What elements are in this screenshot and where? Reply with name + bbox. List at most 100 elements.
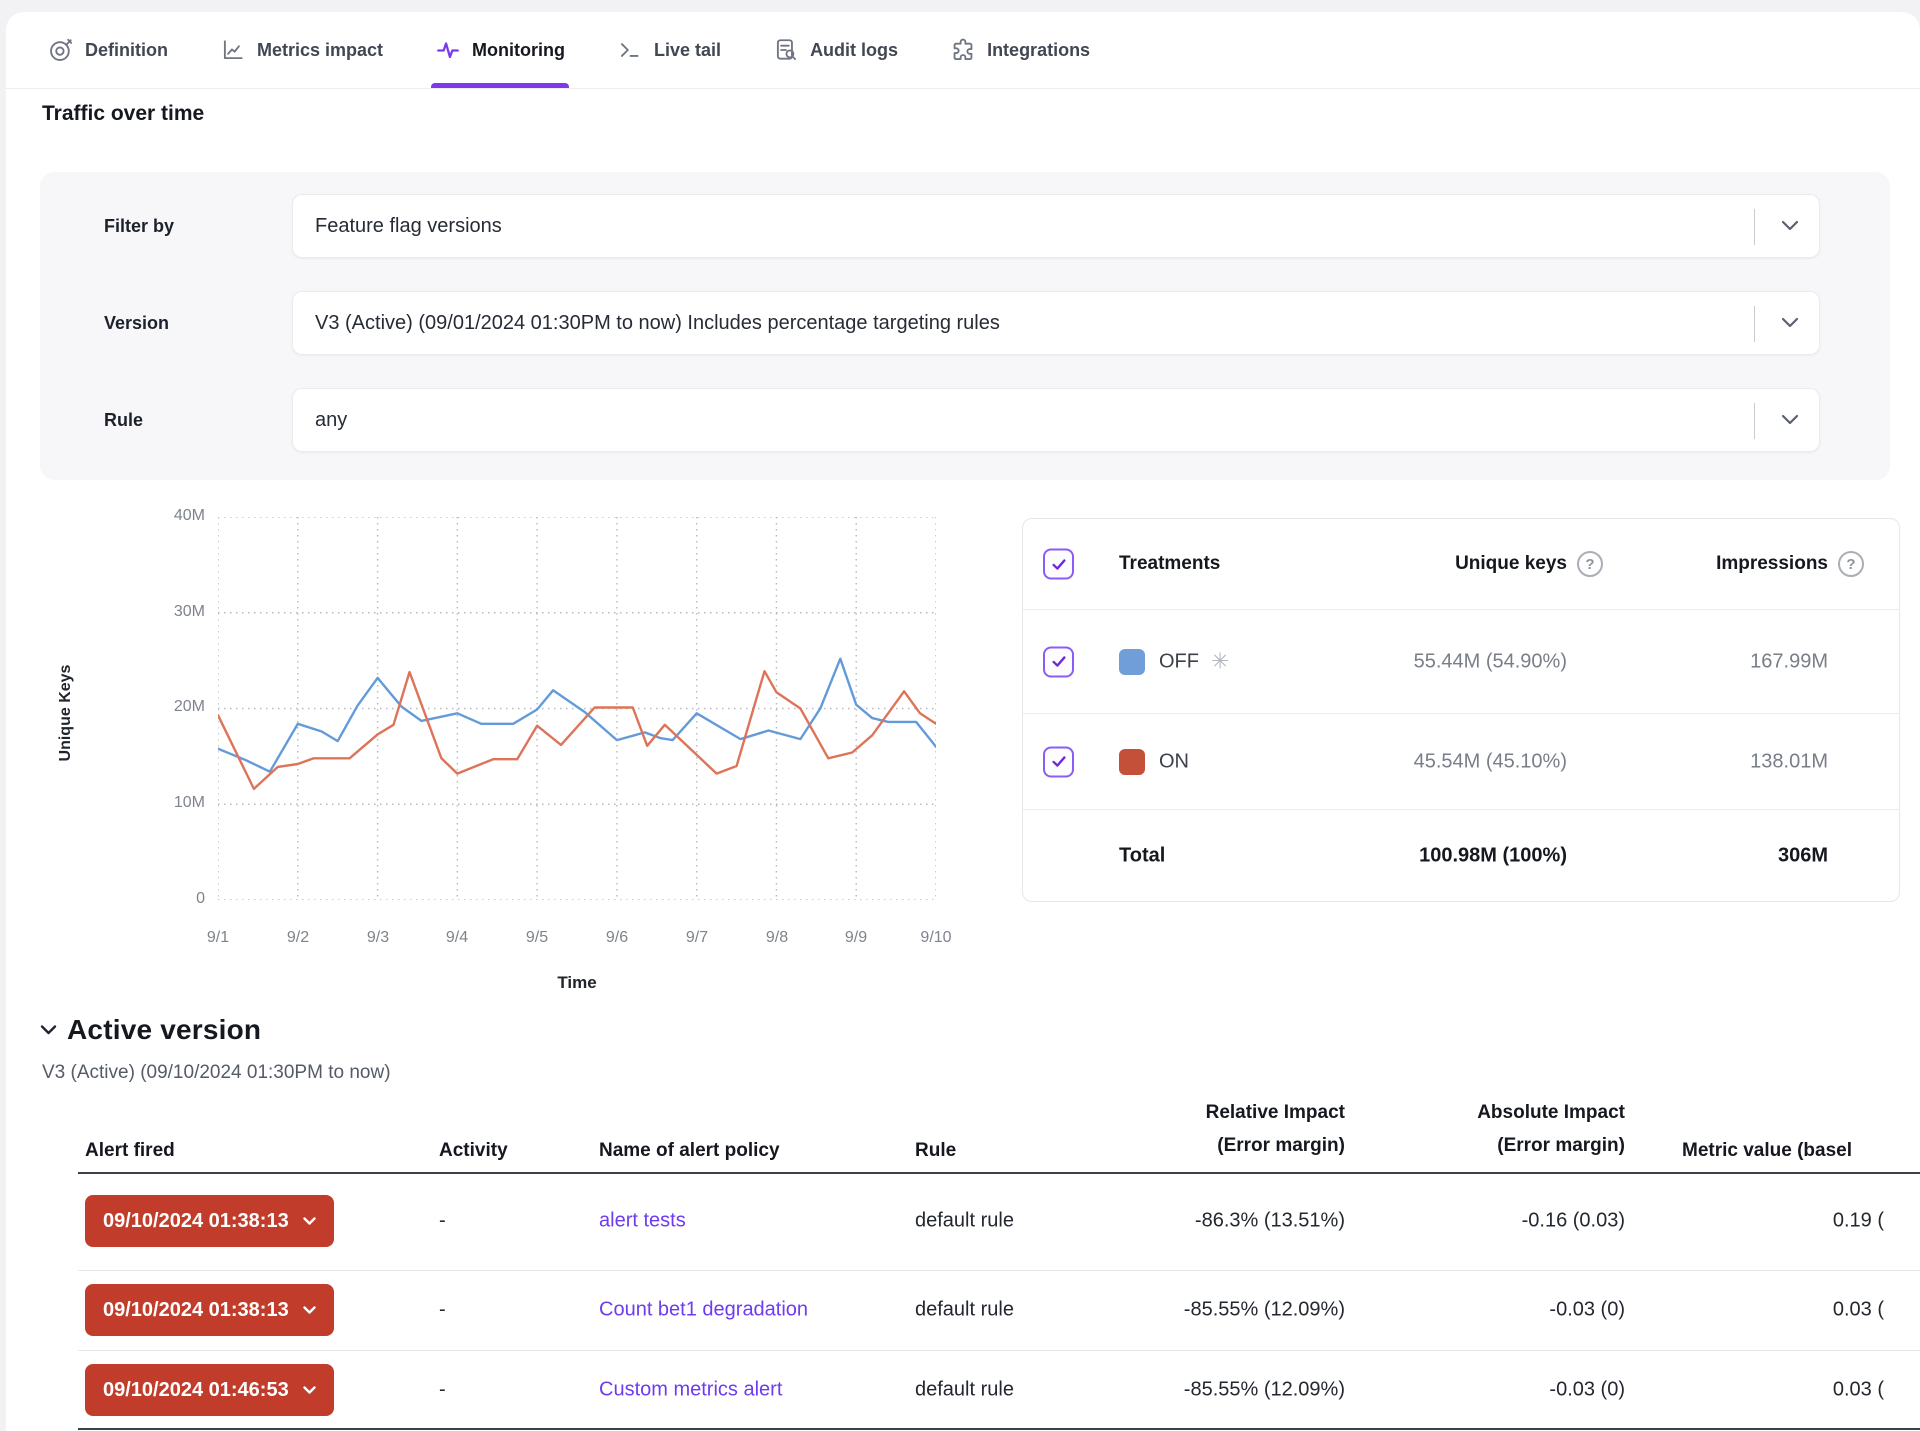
off-series-swatch <box>1119 649 1145 675</box>
total-unique-keys-value: 100.98M (100%) <box>1273 845 1567 868</box>
y-tick: 10M <box>50 794 205 812</box>
select-value: any <box>315 409 347 432</box>
x-tick: 9/1 <box>178 929 258 947</box>
tab-bar: Definition Metrics impact Monitoring Liv… <box>6 12 1920 88</box>
absolute-impact-value: -0.03 (0) <box>1350 1379 1625 1402</box>
alert-row: 09/10/2024 01:46:53 - Custom metrics ale… <box>0 1350 1920 1430</box>
treatments-header-row: Treatments Unique keys ? Impressions ? <box>1023 519 1899 609</box>
chevron-down-icon <box>303 1306 316 1315</box>
treatments-total-row: Total 100.98M (100%) 306M <box>1023 809 1899 902</box>
impressions-column-header: Impressions <box>1583 553 1828 575</box>
treatment-name: ON <box>1159 750 1189 773</box>
off-checkbox[interactable] <box>1043 646 1074 677</box>
chevron-down-icon <box>303 1386 316 1395</box>
tab-audit-logs[interactable]: Audit logs <box>773 12 898 88</box>
relative-impact-value: -86.3% (13.51%) <box>1100 1210 1345 1233</box>
active-version-title: Active version <box>67 1014 261 1046</box>
col-metric-value: Metric value (basel <box>1682 1140 1852 1162</box>
active-version-subtitle: V3 (Active) (09/10/2024 01:30PM to now) <box>42 1062 391 1084</box>
on-checkbox[interactable] <box>1043 746 1074 777</box>
select-divider <box>1754 403 1755 439</box>
live-tail-icon <box>617 37 643 63</box>
y-tick: 30M <box>50 603 205 621</box>
definition-icon <box>48 37 74 63</box>
version-label: Version <box>104 291 169 355</box>
x-tick: 9/3 <box>338 929 418 947</box>
monitoring-page: Definition Metrics impact Monitoring Liv… <box>0 0 1920 1431</box>
x-tick: 9/8 <box>737 929 817 947</box>
filter-row-filter-by: Filter by Feature flag versions <box>40 194 1890 258</box>
filter-row-version: Version V3 (Active) (09/01/2024 01:30PM … <box>40 291 1890 355</box>
treatment-name: OFF <box>1159 650 1199 673</box>
treatment-row-off: OFF ✳ 55.44M (54.90%) 167.99M <box>1023 609 1899 713</box>
chevron-down-icon <box>1781 414 1799 426</box>
filter-by-label: Filter by <box>104 194 174 258</box>
alert-fired-badge[interactable]: 09/10/2024 01:38:13 <box>85 1195 334 1247</box>
tab-label: Live tail <box>654 40 721 61</box>
chevron-down-icon <box>40 1024 57 1036</box>
alert-row: 09/10/2024 01:38:13 - Count bet1 degrada… <box>0 1270 1920 1350</box>
impressions-help-icon[interactable]: ? <box>1838 551 1864 577</box>
alert-policy-link[interactable]: Count bet1 degradation <box>599 1299 808 1322</box>
alerts-table-header: Alert fired Activity Name of alert polic… <box>0 1095 1920 1172</box>
active-version-toggle[interactable]: Active version <box>40 1014 261 1046</box>
rule-select[interactable]: any <box>292 388 1820 452</box>
tab-live-tail[interactable]: Live tail <box>617 12 721 88</box>
on-impressions-value: 138.01M <box>1583 750 1828 773</box>
select-divider <box>1754 209 1755 245</box>
metric-value: 0.03 ( <box>1630 1379 1884 1402</box>
col-alert-fired: Alert fired <box>85 1140 175 1162</box>
tab-integrations[interactable]: Integrations <box>950 12 1090 88</box>
metric-value: 0.19 ( <box>1630 1210 1884 1233</box>
default-treatment-icon: ✳ <box>1211 651 1229 673</box>
metric-value: 0.03 ( <box>1630 1299 1884 1322</box>
tab-bar-divider <box>6 88 1920 89</box>
x-tick: 9/6 <box>577 929 657 947</box>
tab-label: Monitoring <box>472 40 565 61</box>
col-activity: Activity <box>439 1140 508 1162</box>
tab-definition[interactable]: Definition <box>48 12 168 88</box>
select-divider <box>1754 306 1755 342</box>
on-series-swatch <box>1119 749 1145 775</box>
treatment-row-on: ON 45.54M (45.10%) 138.01M <box>1023 713 1899 809</box>
x-tick: 9/4 <box>417 929 497 947</box>
off-impressions-value: 167.99M <box>1583 650 1828 673</box>
alert-fired-badge[interactable]: 09/10/2024 01:46:53 <box>85 1364 334 1416</box>
version-select[interactable]: V3 (Active) (09/01/2024 01:30PM to now) … <box>292 291 1820 355</box>
unique-keys-column-header: Unique keys <box>1273 553 1567 575</box>
chart-plot-area[interactable] <box>218 517 936 900</box>
page-title: Traffic over time <box>42 102 204 126</box>
x-tick: 9/10 <box>896 929 976 947</box>
x-tick: 9/7 <box>657 929 737 947</box>
alerts-table: Alert fired Activity Name of alert polic… <box>0 1095 1920 1431</box>
tab-label: Definition <box>85 40 168 61</box>
rule-value: default rule <box>915 1379 1014 1402</box>
absolute-impact-value: -0.03 (0) <box>1350 1299 1625 1322</box>
alert-policy-link[interactable]: alert tests <box>599 1210 686 1233</box>
chevron-down-icon <box>303 1217 316 1226</box>
tab-monitoring[interactable]: Monitoring <box>435 12 565 88</box>
alert-policy-link[interactable]: Custom metrics alert <box>599 1379 782 1402</box>
tab-label: Audit logs <box>810 40 898 61</box>
alert-fired-badge[interactable]: 09/10/2024 01:38:13 <box>85 1284 334 1336</box>
chevron-down-icon <box>1781 220 1799 232</box>
col-absolute-impact: Absolute Impact (Error margin) <box>1350 1096 1625 1162</box>
metrics-impact-icon <box>220 37 246 63</box>
monitoring-icon <box>435 37 461 63</box>
tab-label: Metrics impact <box>257 40 383 61</box>
audit-logs-icon <box>773 37 799 63</box>
filter-by-select[interactable]: Feature flag versions <box>292 194 1820 258</box>
y-tick: 20M <box>50 698 205 716</box>
rule-value: default rule <box>915 1210 1014 1233</box>
chevron-down-icon <box>1781 317 1799 329</box>
alert-row: 09/10/2024 01:38:13 - alert tests defaul… <box>0 1172 1920 1270</box>
total-label: Total <box>1119 845 1165 868</box>
tab-metrics-impact[interactable]: Metrics impact <box>220 12 383 88</box>
treatments-column-header: Treatments <box>1119 553 1220 575</box>
select-value: Feature flag versions <box>315 215 502 238</box>
filter-row-rule: Rule any <box>40 388 1890 452</box>
total-impressions-value: 306M <box>1583 845 1828 868</box>
tab-label: Integrations <box>987 40 1090 61</box>
select-all-checkbox[interactable] <box>1043 549 1074 580</box>
integrations-icon <box>950 37 976 63</box>
